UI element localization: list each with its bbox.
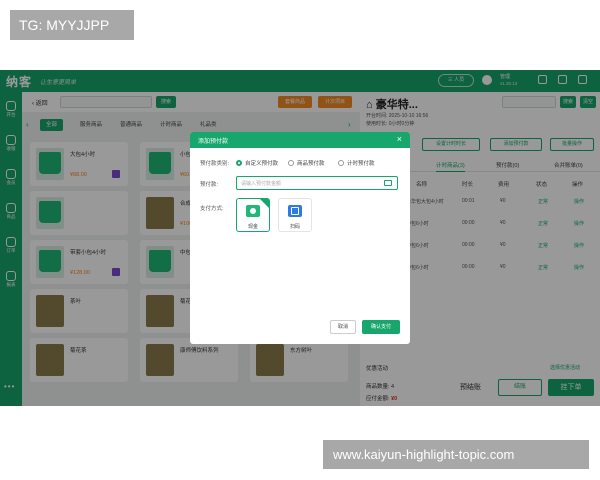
prepay-amount-input[interactable]: 请输入预付款金额 [236, 176, 398, 190]
keyboard-icon[interactable] [384, 180, 392, 186]
radio-unchecked-icon [288, 160, 294, 166]
pay-method-cash[interactable]: 现金 [236, 198, 270, 232]
selected-check-icon [260, 199, 269, 208]
payment-method-label: 支付方式: [200, 206, 224, 212]
add-prepay-dialog: 添加预付款 × 预付款类别: 自定义预付款 商品预付款 计时预付款 预付款: 请… [190, 132, 410, 344]
cancel-button[interactable]: 取消 [330, 320, 356, 334]
app-window: 纳客 让生意更简单 三 人员 管理 v1.30.13 开台 收银 会员 商品 订… [0, 70, 600, 406]
radio-label: 自定义预付款 [245, 161, 279, 167]
dialog-title: 添加预付款 [198, 139, 229, 145]
amount-placeholder: 请输入预付款金额 [241, 181, 282, 187]
prepay-type-label: 预付款类别: [200, 161, 230, 167]
scan-icon [288, 205, 302, 217]
pay-method-label: 现金 [247, 224, 258, 230]
radio-product-prepay[interactable]: 商品预付款 [288, 159, 325, 167]
dialog-header: 添加预付款 × [190, 132, 410, 148]
prepay-amount-label: 预付款: [200, 182, 219, 188]
cash-icon [246, 205, 260, 217]
confirm-pay-button[interactable]: 确认支付 [362, 320, 400, 334]
watermark-top: TG: MYYJJPP [10, 10, 134, 40]
pay-method-scan[interactable]: 扫码 [278, 198, 312, 232]
radio-timed-prepay[interactable]: 计时预付款 [338, 159, 375, 167]
radio-custom-prepay[interactable]: 自定义预付款 [236, 159, 278, 167]
close-icon[interactable]: × [397, 134, 402, 144]
radio-checked-icon [236, 160, 242, 166]
watermark-bottom: www.kaiyun-highlight-topic.com [323, 440, 589, 469]
radio-label: 计时预付款 [347, 161, 375, 167]
pay-method-label: 扫码 [289, 224, 300, 230]
radio-unchecked-icon [338, 160, 344, 166]
radio-label: 商品预付款 [297, 161, 325, 167]
